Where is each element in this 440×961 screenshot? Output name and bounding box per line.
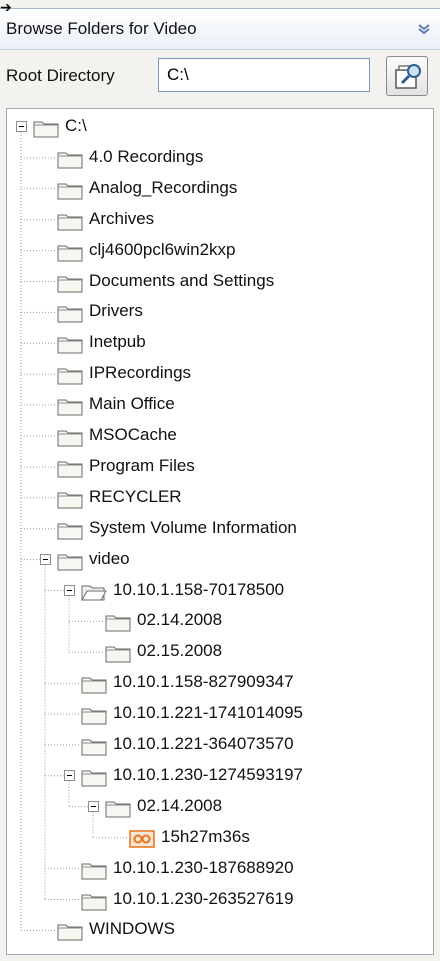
collapse-toggle-icon[interactable] <box>16 121 27 132</box>
tree-item-label: Drivers <box>89 301 143 321</box>
panel-title: Browse Folders for Video <box>6 19 197 38</box>
tree-item-label: MSOCache <box>89 425 177 444</box>
tree-row[interactable]: Archives <box>7 205 433 235</box>
tree-row[interactable]: 10.10.1.230-1274593197 <box>7 761 433 791</box>
folder-icon <box>57 427 83 452</box>
tree-item-label: 02.15.2008 <box>137 641 223 661</box>
tree-item-label: Documents and Settings <box>89 270 275 290</box>
tree-row[interactable]: 15h27m36s <box>7 823 433 853</box>
tree-row[interactable]: Program Files <box>7 452 433 482</box>
folder-icon <box>81 767 107 792</box>
tree-item-label: 10.10.1.221-1741014095 <box>113 703 304 723</box>
tree-row[interactable]: RECYCLER <box>7 483 433 513</box>
folder-icon <box>81 674 107 699</box>
folder-icon <box>57 180 83 205</box>
tree-row[interactable]: 4.0 Recordings <box>7 143 433 173</box>
collapse-toggle-icon[interactable] <box>64 584 75 596</box>
collapse-toggle-icon[interactable] <box>64 769 75 781</box>
folder-icon <box>57 242 83 267</box>
tree-row[interactable]: 10.10.1.230-263527619 <box>7 885 433 915</box>
tree-item-label: IPRecordings <box>89 363 192 383</box>
tree-row[interactable]: 10.10.1.221-364073570 <box>7 730 433 760</box>
tree-item-label: 10.10.1.230-263527619 <box>113 888 294 908</box>
tree-row[interactable]: 10.10.1.221-1741014095 <box>7 699 433 729</box>
tree-item-label: 02.14.2008 <box>137 795 223 815</box>
folder-icon <box>81 736 107 761</box>
tree-item-label: 15h27m36s <box>161 826 250 846</box>
folder-icon <box>57 489 83 514</box>
folder-icon <box>33 118 59 143</box>
folder-icon <box>57 520 83 545</box>
tree-row[interactable]: 02.14.2008 <box>7 606 433 636</box>
tree-row[interactable]: 10.10.1.230-187688920 <box>7 854 433 884</box>
tree-item-label: C:\ <box>65 116 87 135</box>
pin-arrow-icon: ➔ <box>0 0 12 15</box>
folder-icon <box>57 211 83 236</box>
tree-row[interactable]: System Volume Information <box>7 514 433 544</box>
tree-item-label: WINDOWS <box>89 919 175 939</box>
browse-folder-icon <box>395 64 421 89</box>
folder-icon <box>57 551 83 576</box>
tree-item-label: 10.10.1.158-70178500 <box>113 579 285 599</box>
folder-icon <box>81 891 107 916</box>
folder-icon <box>81 860 107 885</box>
tree-item-label: 02.14.2008 <box>137 610 223 630</box>
tree-row[interactable]: WINDOWS <box>7 915 433 945</box>
tree-row[interactable]: IPRecordings <box>7 359 433 389</box>
tree-row[interactable]: Drivers <box>7 297 433 327</box>
folder-icon <box>57 149 83 174</box>
folder-icon <box>81 705 107 730</box>
folder-icon <box>57 273 83 298</box>
tree-item-label: clj4600pcl6win2kxp <box>89 239 236 259</box>
folder-open-icon <box>81 582 107 607</box>
tree-row[interactable]: Main Office <box>7 390 433 420</box>
folder-icon <box>105 612 131 637</box>
tree-item-label: Archives <box>89 208 155 228</box>
tree-item-label: 10.10.1.158-827909347 <box>113 672 294 692</box>
folder-tree[interactable]: C:\ 4.0 Recordings Analog_Recordings Archiv… <box>6 108 434 955</box>
tree-row[interactable]: Inetpub <box>7 328 433 358</box>
tree-item-label: RECYCLER <box>89 486 182 506</box>
tree-row[interactable]: 10.10.1.158-827909347 <box>7 668 433 698</box>
collapse-toggle-icon[interactable] <box>88 800 99 812</box>
folder-icon <box>57 303 83 328</box>
tree-item-label: Analog_Recordings <box>89 177 238 197</box>
folder-icon <box>57 334 83 359</box>
tree-row[interactable]: video <box>7 545 433 575</box>
folder-icon <box>105 798 131 823</box>
folder-icon <box>57 396 83 421</box>
tree-row[interactable]: clj4600pcl6win2kxp <box>7 236 433 266</box>
browse-button[interactable] <box>386 56 428 96</box>
tree-item-label: 10.10.1.230-1274593197 <box>113 764 304 784</box>
panel-header: ➔ Browse Folders for Video <box>0 0 440 50</box>
tree-row[interactable]: C:\ <box>7 112 433 142</box>
tree-item-label: 10.10.1.230-187688920 <box>113 857 294 877</box>
tree-item-label: Main Office <box>89 394 175 414</box>
collapse-chevron-icon[interactable] <box>416 21 432 37</box>
folder-icon <box>57 921 83 946</box>
tree-item-label: video <box>89 548 130 568</box>
tree-item-label: 10.10.1.221-364073570 <box>113 734 294 753</box>
tree-row[interactable]: 02.14.2008 <box>7 792 433 822</box>
folder-icon <box>57 365 83 390</box>
collapse-toggle-icon[interactable] <box>40 553 51 565</box>
folder-icon <box>57 458 83 483</box>
tree-row[interactable]: MSOCache <box>7 421 433 451</box>
root-directory-input[interactable] <box>158 58 370 92</box>
root-directory-label: Root Directory <box>6 66 115 85</box>
tree-item-label: Program Files <box>89 455 195 475</box>
tree-item-label: System Volume Information <box>89 517 297 537</box>
root-directory-row: Root Directory <box>0 48 440 104</box>
folder-icon <box>105 643 131 668</box>
tree-row[interactable]: Analog_Recordings <box>7 174 433 204</box>
tree-item-label: 4.0 Recordings <box>89 146 204 166</box>
tree-item-label: Inetpub <box>89 332 146 352</box>
video-recording-icon <box>129 829 155 854</box>
browse-folders-panel: ➔ Browse Folders for Video Root Director… <box>0 0 440 961</box>
tree-row[interactable]: 02.15.2008 <box>7 637 433 667</box>
tree-row[interactable]: Documents and Settings <box>7 267 433 297</box>
tree-row[interactable]: 10.10.1.158-70178500 <box>7 576 433 606</box>
